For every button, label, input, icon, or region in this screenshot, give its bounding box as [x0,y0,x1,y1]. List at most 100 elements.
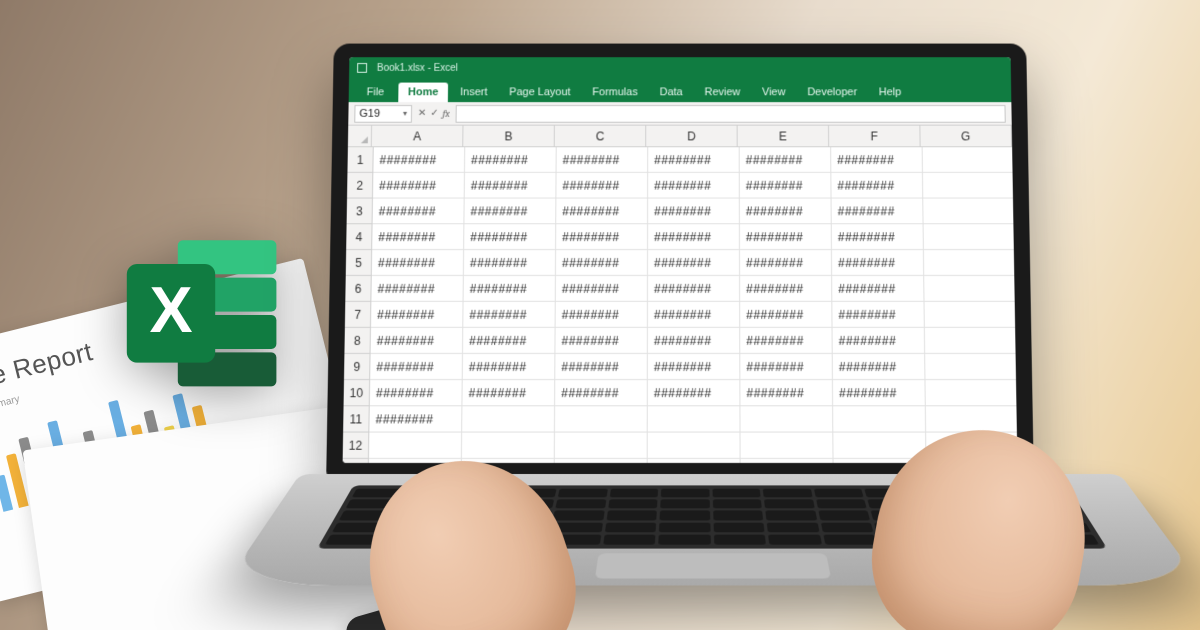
cell-B10[interactable]: ######## [462,380,555,406]
tab-review[interactable]: Review [695,83,751,103]
cell-F6[interactable]: ######## [832,276,924,302]
cell-A7[interactable]: ######## [371,302,464,328]
cell-A2[interactable]: ######## [373,173,465,199]
chevron-down-icon[interactable]: ▾ [403,109,407,118]
cell-E3[interactable]: ######## [740,199,832,225]
cell-G10[interactable] [925,380,1017,406]
row-header[interactable]: 2 [347,173,373,199]
row-header[interactable]: 4 [346,224,372,250]
cell-D5[interactable]: ######## [648,250,740,276]
row-header[interactable]: 1 [347,147,373,173]
cell-B6[interactable]: ######## [464,276,556,302]
row-header[interactable]: 6 [345,276,371,302]
cell-G4[interactable] [924,224,1016,250]
col-header-g[interactable]: G [920,126,1012,148]
cell-B1[interactable]: ######## [465,147,557,173]
cell-C5[interactable]: ######## [556,250,648,276]
cell-C13[interactable] [555,459,648,463]
cell-F8[interactable]: ######## [833,328,926,354]
cell-A3[interactable]: ######## [373,199,465,225]
fx-icon[interactable]: fx [442,108,449,120]
col-header-f[interactable]: F [829,126,921,148]
name-box[interactable]: G19 ▾ [354,105,412,123]
cell-E13[interactable] [741,459,834,463]
cell-D13[interactable] [648,459,741,463]
cell-C7[interactable]: ######## [556,302,648,328]
cell-B9[interactable]: ######## [463,354,556,380]
cell-E11[interactable] [740,406,833,432]
cell-B8[interactable]: ######## [463,328,556,354]
tab-data[interactable]: Data [650,83,693,103]
cell-A11[interactable]: ######## [369,406,462,432]
cell-G6[interactable] [924,276,1017,302]
cell-E6[interactable]: ######## [740,276,832,302]
cell-D11[interactable] [648,406,741,432]
cell-C4[interactable]: ######## [556,224,648,250]
cell-F1[interactable]: ######## [831,147,923,173]
cell-D4[interactable]: ######## [648,224,740,250]
tab-file[interactable]: File [355,83,397,103]
cell-F9[interactable]: ######## [833,354,926,380]
cell-E5[interactable]: ######## [740,250,832,276]
row-header[interactable]: 13 [343,459,369,463]
cell-F5[interactable]: ######## [832,250,924,276]
cell-E9[interactable]: ######## [740,354,833,380]
cell-D2[interactable]: ######## [648,173,740,199]
cell-B3[interactable]: ######## [464,199,556,225]
cell-D3[interactable]: ######## [648,199,740,225]
col-header-b[interactable]: B [463,126,555,148]
cell-C10[interactable]: ######## [555,380,648,406]
cell-E7[interactable]: ######## [740,302,832,328]
cell-G8[interactable] [925,328,1018,354]
cell-A5[interactable]: ######## [372,250,464,276]
cell-C11[interactable] [555,406,648,432]
cell-F3[interactable]: ######## [832,199,924,225]
cell-E8[interactable]: ######## [740,328,833,354]
cell-A10[interactable]: ######## [370,380,463,406]
cell-E2[interactable]: ######## [740,173,832,199]
cell-A1[interactable]: ######## [373,147,465,173]
cell-D7[interactable]: ######## [648,302,740,328]
cell-G5[interactable] [924,250,1016,276]
cell-B11[interactable] [462,406,555,432]
cell-D10[interactable]: ######## [648,380,741,406]
cell-G7[interactable] [925,302,1018,328]
row-header[interactable]: 10 [344,380,371,406]
cell-G11[interactable] [926,406,1018,432]
cell-G3[interactable] [923,199,1015,225]
cell-A4[interactable]: ######## [372,224,464,250]
cell-G9[interactable] [925,354,1017,380]
tab-formulas[interactable]: Formulas [582,83,647,103]
row-header[interactable]: 7 [345,302,371,328]
cell-F4[interactable]: ######## [832,224,924,250]
cell-C8[interactable]: ######## [555,328,647,354]
row-header[interactable]: 12 [343,433,370,459]
row-header[interactable]: 9 [344,354,371,380]
row-header[interactable]: 11 [343,406,370,432]
cell-E12[interactable] [741,433,834,459]
tab-insert[interactable]: Insert [450,83,497,103]
cell-F7[interactable]: ######## [832,302,925,328]
cell-E4[interactable]: ######## [740,224,832,250]
tab-view[interactable]: View [752,83,795,103]
cell-C12[interactable] [555,433,648,459]
tab-page-layout[interactable]: Page Layout [499,83,580,103]
enter-icon[interactable]: ✓ [430,108,438,119]
tab-developer[interactable]: Developer [797,83,867,103]
formula-input[interactable] [456,105,1006,123]
cell-D12[interactable] [648,433,741,459]
row-header[interactable]: 8 [344,328,371,354]
tab-home[interactable]: Home [398,83,448,103]
row-header[interactable]: 3 [347,199,373,225]
cell-A8[interactable]: ######## [371,328,464,354]
cell-D9[interactable]: ######## [648,354,741,380]
cell-B12[interactable] [462,433,555,459]
cell-E1[interactable]: ######## [740,147,832,173]
cell-B2[interactable]: ######## [465,173,557,199]
row-header[interactable]: 5 [346,250,372,276]
col-header-e[interactable]: E [738,126,830,148]
cell-B7[interactable]: ######## [463,302,555,328]
cell-D8[interactable]: ######## [648,328,740,354]
cell-F10[interactable]: ######## [833,380,926,406]
cell-A9[interactable]: ######## [370,354,463,380]
